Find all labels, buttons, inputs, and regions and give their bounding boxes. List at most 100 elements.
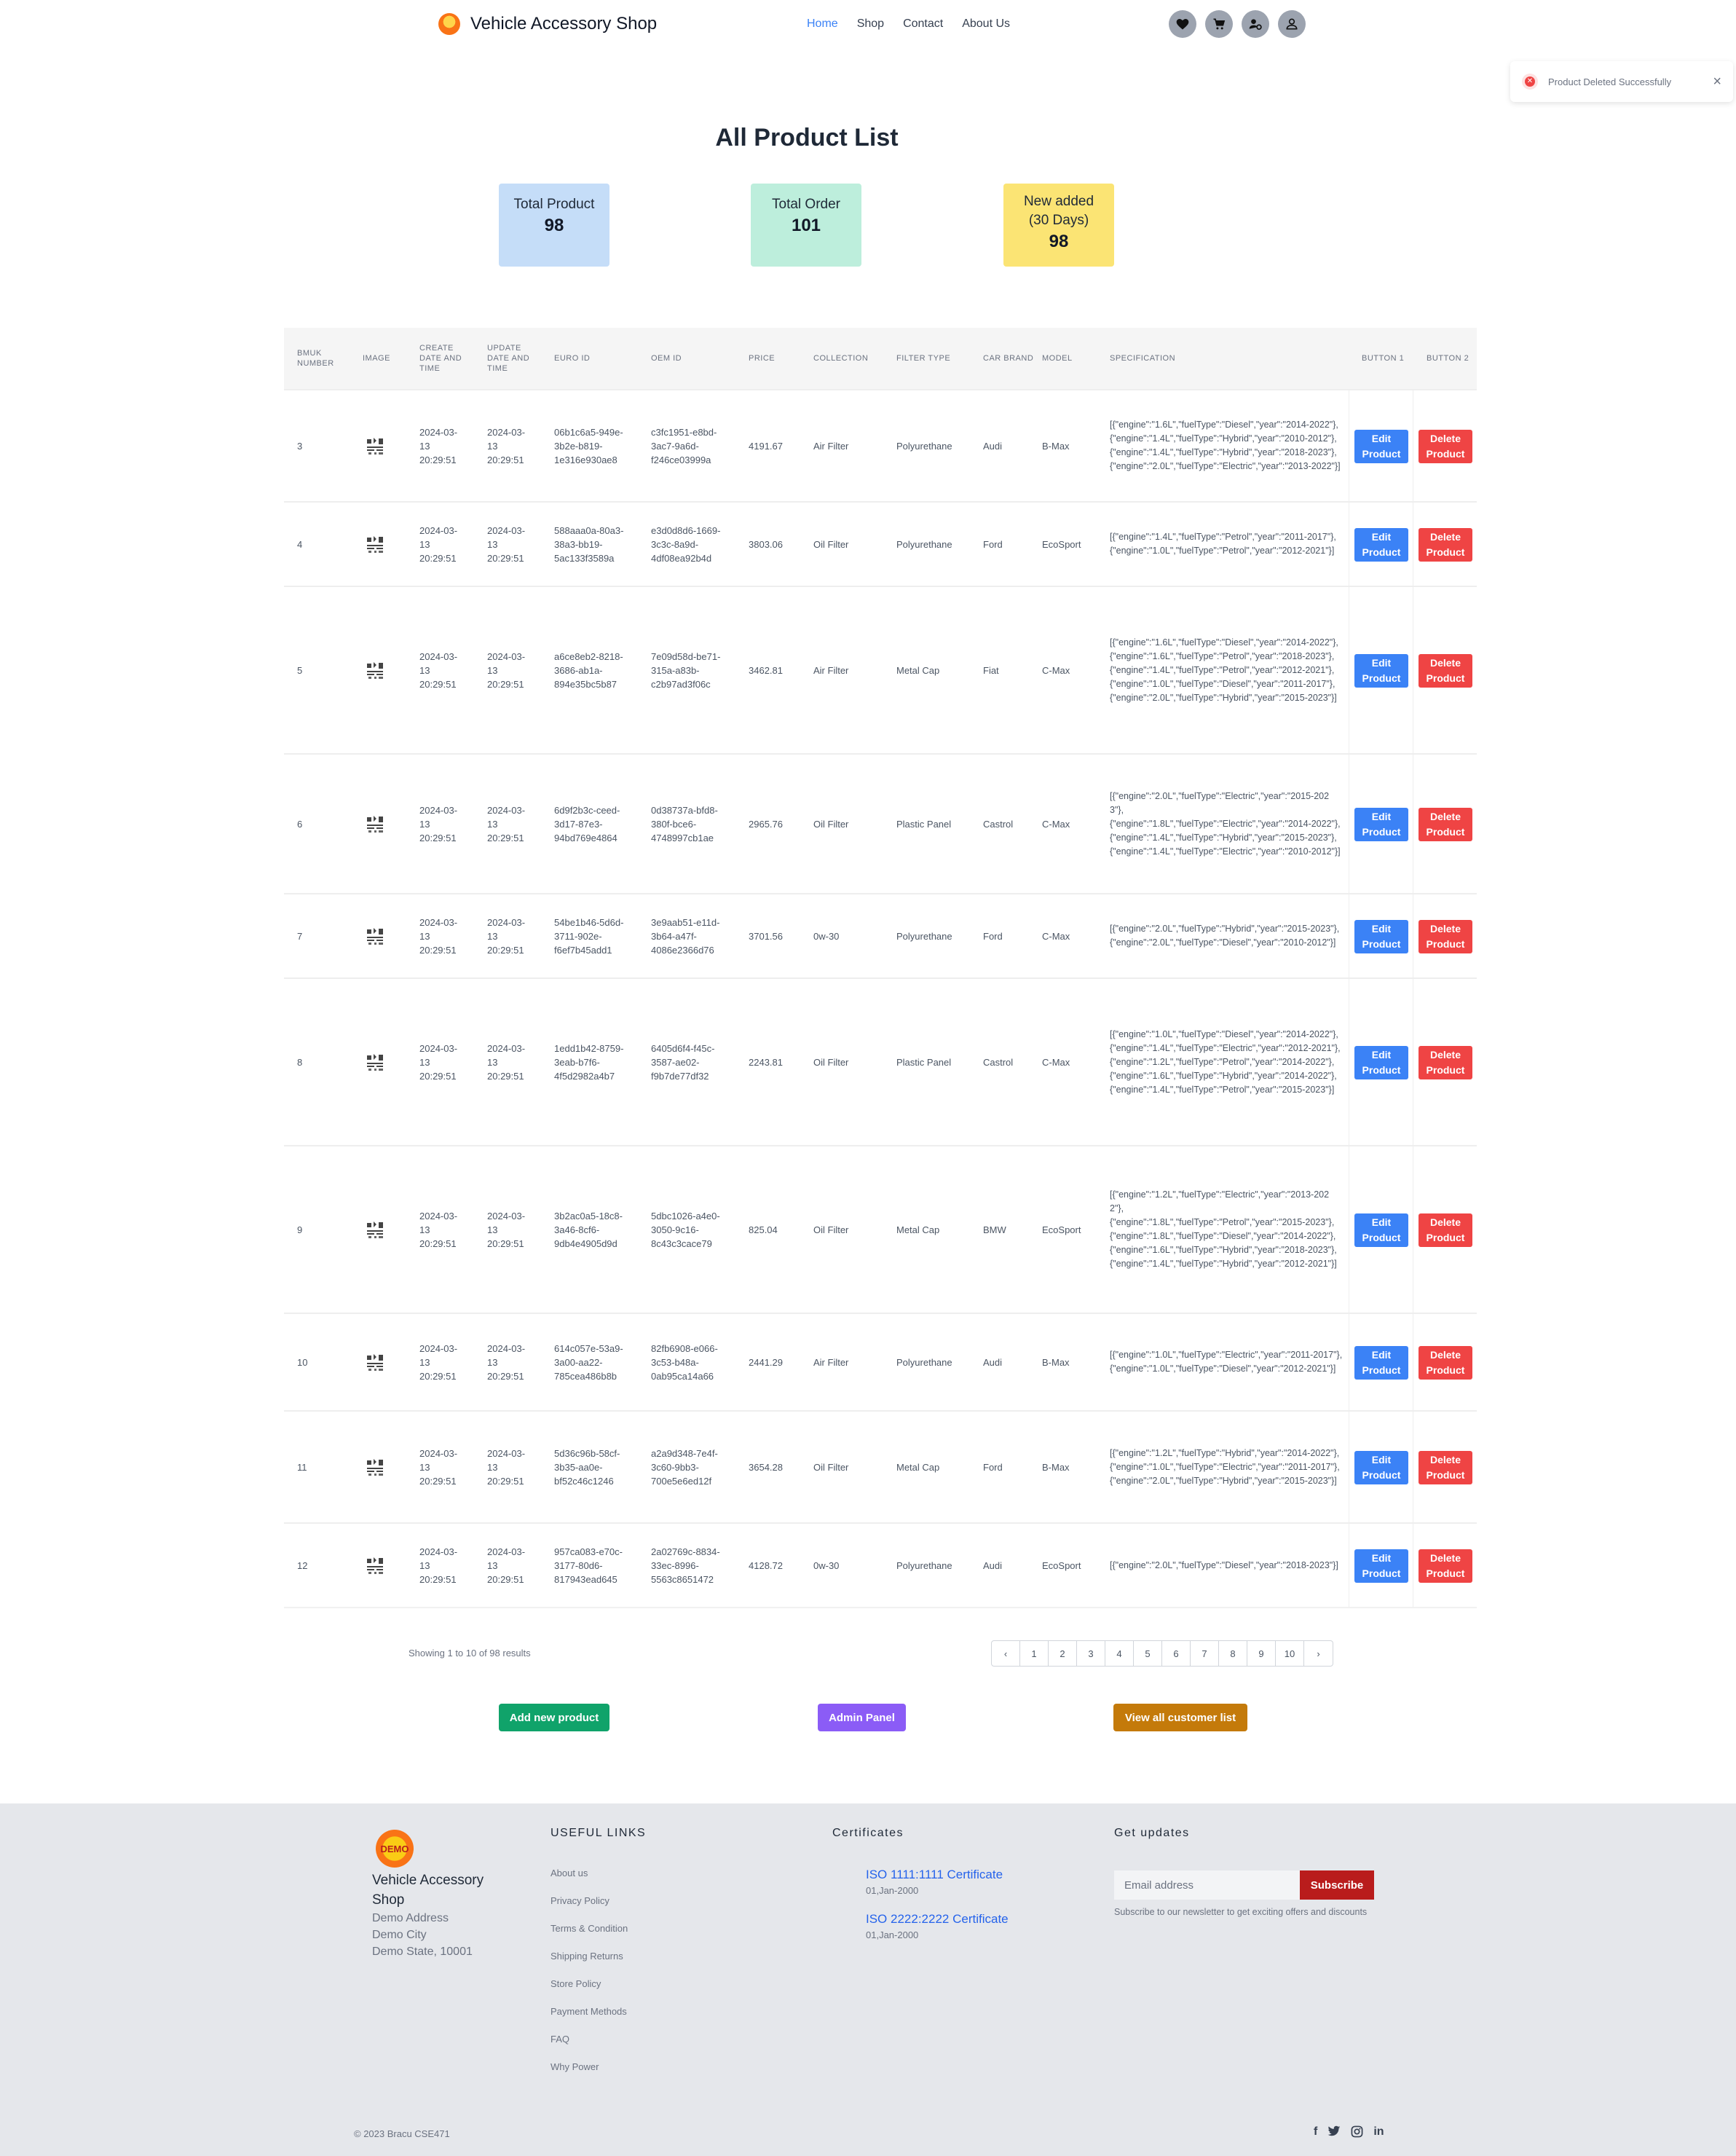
cell-collection: Air Filter [813, 1356, 849, 1368]
cell-euro: 06b1c6a5-949e-3b2e-b819-1e316e930ae8 [554, 426, 623, 465]
product-image [363, 1524, 392, 1607]
cell-price: 4128.72 [749, 1559, 783, 1571]
delete-product-button[interactable]: Delete Product [1419, 654, 1472, 688]
edit-product-button[interactable]: Edit Product [1354, 1213, 1408, 1247]
edit-product-button[interactable]: Edit Product [1354, 1549, 1408, 1583]
footer-link-payment[interactable]: Payment Methods [551, 2006, 628, 2034]
prev-page-button[interactable]: ‹ [992, 1641, 1020, 1666]
cell-specification: [{"engine":"1.6L","fuelType":"Diesel","y… [1110, 637, 1338, 703]
cell-created: 2024-03-13 20:29:51 [419, 916, 458, 956]
cell-model: C-Max [1042, 818, 1070, 830]
close-icon[interactable]: × [1713, 74, 1721, 90]
view-customers-button[interactable]: View all customer list [1113, 1704, 1247, 1731]
copyright: © 2023 Bracu CSE471 [354, 2128, 450, 2139]
cell-oem: 6405d6f4-f45c-3587-ae02-f9b7de77df32 [651, 1042, 715, 1082]
cell-filter: Metal Cap [896, 664, 940, 676]
footer-link-why-power[interactable]: Why Power [551, 2061, 628, 2089]
cell-created: 2024-03-13 20:29:51 [419, 1546, 458, 1585]
cell-collection: Air Filter [813, 440, 849, 452]
page-button[interactable]: 1 [1020, 1641, 1049, 1666]
cell-brand: Fiat [983, 664, 999, 676]
page-button[interactable]: 6 [1162, 1641, 1191, 1666]
edit-product-button[interactable]: Edit Product [1354, 430, 1408, 463]
cell-price: 825.04 [749, 1224, 778, 1235]
delete-product-button[interactable]: Delete Product [1419, 430, 1472, 463]
nav-link-contact[interactable]: Contact [903, 17, 943, 31]
page-button[interactable]: 3 [1077, 1641, 1105, 1666]
cell-collection: Oil Filter [813, 1461, 849, 1473]
brand[interactable]: Vehicle Accessory Shop [438, 13, 657, 35]
delete-product-button[interactable]: Delete Product [1419, 1451, 1472, 1484]
toast-notification: ✕ Product Deleted Successfully × [1510, 61, 1733, 102]
nav-link-shop[interactable]: Shop [857, 17, 884, 31]
page-button[interactable]: 10 [1276, 1641, 1304, 1666]
navbar: Vehicle Accessory Shop Home Shop Contact… [0, 0, 1736, 50]
footer-link-shipping[interactable]: Shipping Returns [551, 1951, 628, 1978]
page-button[interactable]: 2 [1049, 1641, 1077, 1666]
cell-specification: [{"engine":"1.2L","fuelType":"Electric",… [1110, 1189, 1337, 1269]
next-page-button[interactable]: › [1304, 1641, 1333, 1666]
delete-product-button[interactable]: Delete Product [1419, 808, 1472, 841]
facebook-icon[interactable]: f [1314, 2125, 1317, 2141]
cell-created: 2024-03-13 20:29:51 [419, 1042, 458, 1082]
delete-product-button[interactable]: Delete Product [1419, 1346, 1472, 1380]
page-button[interactable]: 7 [1191, 1641, 1219, 1666]
table-row: 7 2024-03-13 20:29:51 2024-03-13 20:29:51 5… [284, 893, 1477, 977]
edit-product-button[interactable]: Edit Product [1354, 654, 1408, 688]
product-image [363, 390, 392, 501]
footer-link-privacy[interactable]: Privacy Policy [551, 1895, 628, 1923]
cell-num: 9 [297, 1224, 303, 1235]
instagram-icon[interactable] [1351, 2125, 1363, 2141]
heart-icon[interactable] [1169, 10, 1196, 38]
certificate-link[interactable]: ISO 1111:1111 Certificate [866, 1868, 1003, 1882]
page-button[interactable]: 4 [1105, 1641, 1134, 1666]
cell-updated: 2024-03-13 20:29:51 [487, 916, 526, 956]
footer-link-store-policy[interactable]: Store Policy [551, 1978, 628, 2006]
footer-logo-icon: DEMO [376, 1830, 414, 1868]
footer-link-faq[interactable]: FAQ [551, 2034, 628, 2061]
page-button[interactable]: 8 [1219, 1641, 1247, 1666]
edit-product-button[interactable]: Edit Product [1354, 808, 1408, 841]
cell-updated: 2024-03-13 20:29:51 [487, 804, 526, 843]
product-thumbnail-icon [363, 1217, 387, 1242]
cell-updated: 2024-03-13 20:29:51 [487, 1447, 526, 1487]
certificate-link[interactable]: ISO 2222:2222 Certificate [866, 1912, 1009, 1927]
cell-updated: 2024-03-13 20:29:51 [487, 1546, 526, 1585]
add-product-button[interactable]: Add new product [499, 1704, 609, 1731]
edit-product-button[interactable]: Edit Product [1354, 528, 1408, 562]
footer-link-about[interactable]: About us [551, 1868, 628, 1895]
delete-product-button[interactable]: Delete Product [1419, 920, 1472, 953]
product-image [363, 587, 392, 753]
email-input[interactable]: Email address [1114, 1870, 1300, 1900]
cart-icon[interactable] [1205, 10, 1233, 38]
column-header: IMAGE [363, 354, 390, 363]
cell-updated: 2024-03-13 20:29:51 [487, 650, 526, 690]
admin-panel-button[interactable]: Admin Panel [818, 1704, 906, 1731]
page-button[interactable]: 9 [1247, 1641, 1276, 1666]
nav-link-home[interactable]: Home [807, 17, 838, 31]
page-button[interactable]: 5 [1134, 1641, 1162, 1666]
table-row: 3 2024-03-13 20:29:51 2024-03-13 20:29:51 0… [284, 389, 1477, 501]
edit-product-button[interactable]: Edit Product [1354, 1451, 1408, 1484]
delete-product-button[interactable]: Delete Product [1419, 528, 1472, 562]
delete-product-button[interactable]: Delete Product [1419, 1549, 1472, 1583]
cell-brand: Castrol [983, 1056, 1014, 1068]
stat-label: New added (30 Days) [1023, 194, 1094, 228]
edit-product-button[interactable]: Edit Product [1354, 1046, 1408, 1079]
cell-euro: 5d36c96b-58cf-3b35-aa0e-bf52c46c1246 [554, 1447, 620, 1487]
linkedin-icon[interactable]: in [1373, 2125, 1384, 2141]
edit-product-button[interactable]: Edit Product [1354, 1346, 1408, 1380]
twitter-icon[interactable] [1327, 2125, 1341, 2141]
user-icon[interactable] [1278, 10, 1306, 38]
column-header: MODEL [1042, 354, 1073, 363]
column-header: UPDATE DATE AND TIME [487, 344, 530, 373]
subscribe-button[interactable]: Subscribe [1300, 1870, 1374, 1900]
nav-link-about[interactable]: About Us [962, 17, 1010, 31]
delete-product-button[interactable]: Delete Product [1419, 1213, 1472, 1247]
cell-brand: Audi [983, 1356, 1003, 1368]
cell-filter: Polyurethane [896, 1356, 952, 1368]
footer-link-terms[interactable]: Terms & Condition [551, 1923, 628, 1951]
delete-product-button[interactable]: Delete Product [1419, 1046, 1472, 1079]
admin-user-icon[interactable] [1242, 10, 1269, 38]
edit-product-button[interactable]: Edit Product [1354, 920, 1408, 953]
